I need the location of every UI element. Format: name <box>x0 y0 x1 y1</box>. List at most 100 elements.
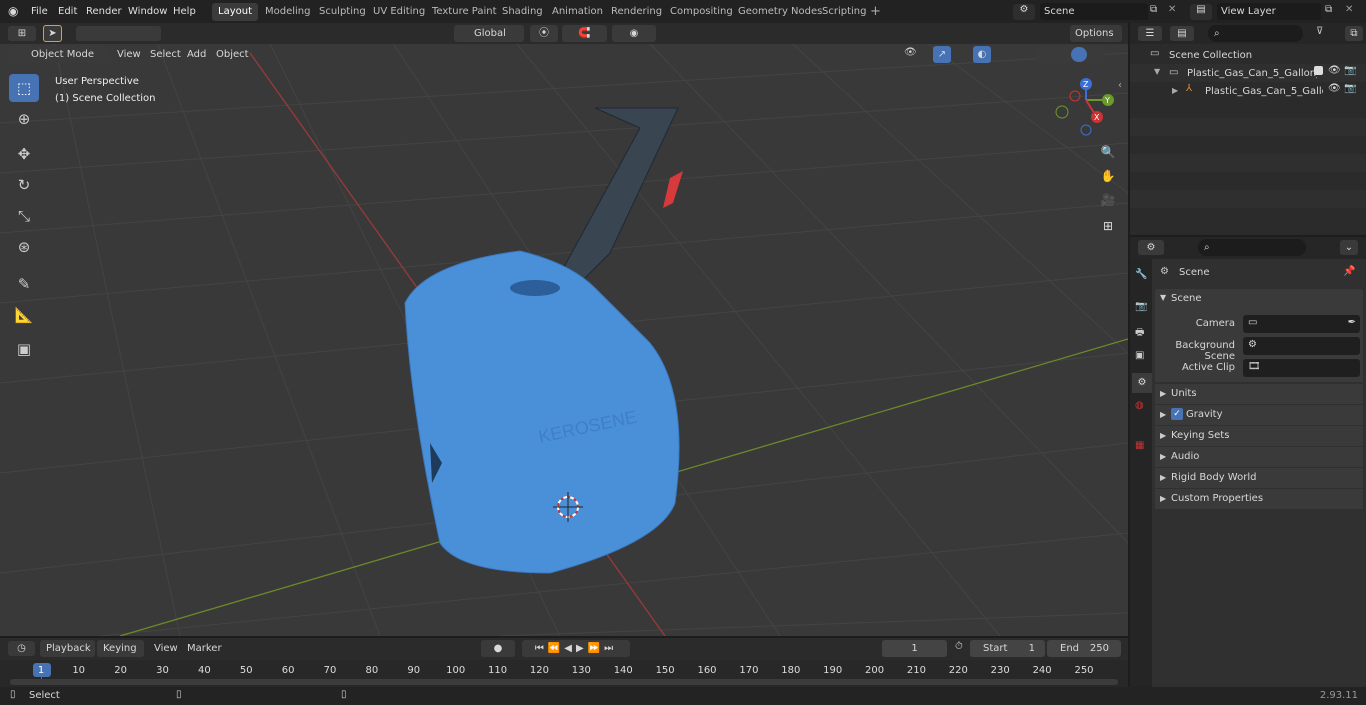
solid-shading-icon[interactable] <box>1071 47 1087 62</box>
snap-icon[interactable]: 🧲 <box>562 25 607 42</box>
end-frame-field[interactable]: End 250 <box>1047 640 1121 657</box>
menu-file[interactable]: File <box>31 4 48 20</box>
camera-render-icon[interactable]: 📷 <box>1344 65 1356 76</box>
expand-arrow-icon[interactable]: ▶ <box>1160 494 1166 503</box>
vp-menu-view[interactable]: View <box>117 49 141 60</box>
gravity-checkbox[interactable]: ✓ <box>1171 408 1183 420</box>
editor-type-icon[interactable]: ⊞ <box>8 26 36 41</box>
add-workspace-icon[interactable]: + <box>870 4 881 19</box>
visibility-icon[interactable]: 👁 <box>904 47 917 58</box>
playback-menu[interactable]: Playback <box>40 640 95 657</box>
eyedropper-icon[interactable]: ✒ <box>1348 317 1356 328</box>
delete-view-layer-icon[interactable]: ✕ <box>1345 4 1353 15</box>
output-tab-icon[interactable]: 🖶 <box>1135 325 1144 342</box>
vp-menu-object[interactable]: Object <box>216 49 249 60</box>
scene-name-field[interactable]: Scene <box>1040 3 1148 20</box>
rotate-tool-icon[interactable]: ↻ <box>9 171 39 199</box>
pivot-icon[interactable]: ⦿ <box>530 25 558 42</box>
world-tab-icon[interactable]: ◍ <box>1135 400 1144 411</box>
pin-icon[interactable]: 📌 <box>1343 266 1355 277</box>
scene-tab-icon[interactable]: ⚙ <box>1132 373 1152 393</box>
object-mode-dropdown[interactable]: Object Mode <box>9 46 106 63</box>
tab-sculpting[interactable]: Sculpting <box>313 3 372 21</box>
checkbox-icon[interactable] <box>1314 66 1323 75</box>
delete-scene-icon[interactable]: ✕ <box>1168 4 1176 15</box>
expand-arrow-icon[interactable]: ▼ <box>1154 67 1160 76</box>
scale-tool-icon[interactable]: ⤡ <box>9 202 39 230</box>
active-clip-field[interactable]: 🎞 <box>1243 359 1360 377</box>
navigation-gizmo[interactable]: Z Y X <box>1050 72 1122 144</box>
stopwatch-icon[interactable]: ⏱ <box>955 641 963 652</box>
transform-tool-icon[interactable]: ⊛ <box>9 233 39 261</box>
render-tab-icon[interactable]: 📷 <box>1135 301 1147 312</box>
tab-modeling[interactable]: Modeling <box>259 3 317 21</box>
tab-texture-paint[interactable]: Texture Paint <box>426 3 503 21</box>
menu-edit[interactable]: Edit <box>58 4 77 20</box>
tool-tab-icon[interactable]: 🔧 <box>1135 269 1147 280</box>
move-tool-icon[interactable]: ✥ <box>9 140 39 168</box>
background-scene-field[interactable]: ⚙ <box>1243 337 1360 355</box>
section-audio[interactable]: Audio <box>1171 451 1199 462</box>
filter-icon[interactable]: ⊽ <box>1316 26 1323 37</box>
selection-mode-buttons[interactable] <box>76 26 161 41</box>
tab-geometry-nodes[interactable]: Geometry Nodes <box>732 3 828 21</box>
keying-menu[interactable]: Keying <box>97 640 144 657</box>
eye-icon[interactable]: 👁 <box>1328 83 1341 94</box>
properties-editor-icon[interactable]: ⚙ <box>1138 240 1164 255</box>
menu-render[interactable]: Render <box>86 4 122 20</box>
tab-animation[interactable]: Animation <box>546 3 609 21</box>
vp-menu-add[interactable]: Add <box>187 49 206 60</box>
transform-orientation-dropdown[interactable]: Global <box>454 25 524 42</box>
options-dropdown[interactable]: Options <box>1070 25 1122 42</box>
select-box-tool-icon[interactable]: ⬚ <box>9 74 39 102</box>
measure-tool-icon[interactable]: 📐 <box>9 301 39 329</box>
expand-arrow-icon[interactable]: ▶ <box>1160 473 1166 482</box>
timeline-editor-icon[interactable]: ◷ <box>8 641 35 656</box>
expand-arrow-icon[interactable]: ▶ <box>1160 389 1166 398</box>
overlay-icon[interactable]: ◐ <box>973 46 991 63</box>
display-mode-icon[interactable]: ▤ <box>1170 26 1194 41</box>
eye-icon[interactable]: 👁 <box>1328 65 1341 76</box>
section-units[interactable]: Units <box>1171 388 1197 399</box>
new-view-layer-icon[interactable]: ⧉ <box>1325 4 1332 15</box>
record-icon[interactable]: ● <box>481 640 515 657</box>
timeline-marker-menu[interactable]: Marker <box>187 643 222 654</box>
3d-cursor-icon[interactable] <box>553 492 583 522</box>
camera-field[interactable]: ▭ ✒ <box>1243 315 1360 333</box>
expand-arrow-icon[interactable]: ▶ <box>1160 452 1166 461</box>
outliner-root-label[interactable]: Scene Collection <box>1169 50 1252 61</box>
camera-render-icon[interactable]: 📷 <box>1344 83 1356 94</box>
outliner-item-label[interactable]: Plastic_Gas_Can_5_Gallon_00 <box>1187 68 1317 79</box>
playback-controls[interactable]: ⏮⏪◀▶⏩⏭ <box>522 640 630 657</box>
tab-uv-editing[interactable]: UV Editing <box>367 3 431 21</box>
ortho-grid-icon[interactable]: ⊞ <box>1098 216 1118 236</box>
menu-window[interactable]: Window <box>128 4 167 20</box>
view-layer-tab-icon[interactable]: ▣ <box>1135 350 1144 361</box>
outliner-search-icon[interactable]: ⌕ <box>1208 25 1303 42</box>
tab-shading[interactable]: Shading <box>496 3 549 21</box>
cursor-tool-icon[interactable]: ⊕ <box>9 105 39 133</box>
zoom-icon[interactable]: 🔍 <box>1098 142 1118 162</box>
properties-options-icon[interactable]: ⌄ <box>1340 240 1358 255</box>
tab-compositing[interactable]: Compositing <box>664 3 739 21</box>
pan-hand-icon[interactable]: ✋ <box>1098 166 1118 186</box>
tab-scripting[interactable]: Scripting <box>816 3 872 21</box>
3d-viewport[interactable]: KEROSENE <box>0 23 1128 636</box>
view-layer-field[interactable]: View Layer <box>1217 3 1321 20</box>
select-tool-icon[interactable]: ➤ <box>43 25 62 42</box>
start-frame-field[interactable]: Start 1 <box>970 640 1045 657</box>
menu-help[interactable]: Help <box>173 4 196 20</box>
current-frame-field[interactable]: 1 <box>882 640 947 657</box>
add-cube-tool-icon[interactable]: ▣ <box>9 335 39 363</box>
texture-tab-icon[interactable]: ▦ <box>1135 440 1144 451</box>
section-gravity[interactable]: Gravity <box>1186 409 1223 420</box>
gizmo-icon[interactable]: ↗ <box>933 46 951 63</box>
new-collection-icon[interactable]: ⧉ <box>1345 26 1363 41</box>
new-scene-icon[interactable]: ⧉ <box>1150 4 1157 15</box>
annotate-tool-icon[interactable]: ✎ <box>9 270 39 298</box>
collapse-arrow-icon[interactable]: ▼ <box>1160 293 1166 302</box>
gas-can-object[interactable]: KEROSENE <box>380 103 780 603</box>
proportional-edit-icon[interactable]: ◉ <box>612 25 656 42</box>
scene-selector-icon[interactable]: ⚙ <box>1013 4 1035 20</box>
section-custom-properties[interactable]: Custom Properties <box>1171 493 1263 504</box>
